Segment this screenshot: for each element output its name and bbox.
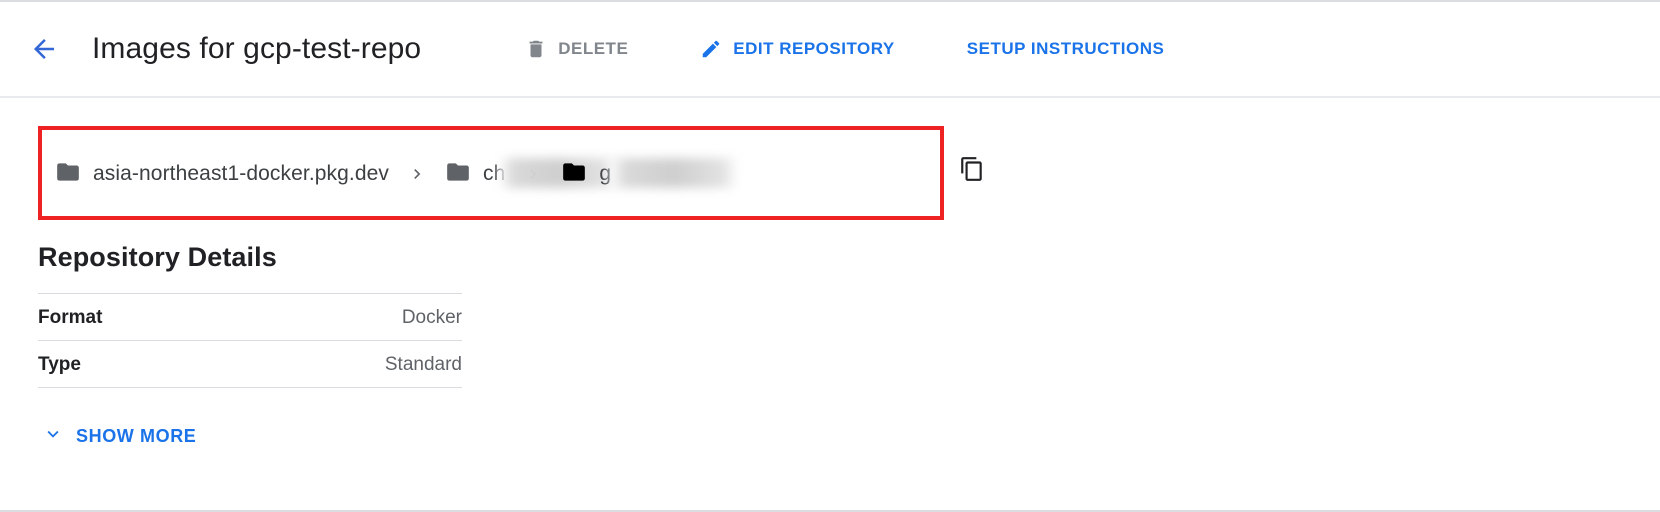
breadcrumb-item-registry[interactable]: asia-northeast1-docker.pkg.dev bbox=[55, 159, 389, 190]
repository-details-section: Repository Details Format Docker Type St… bbox=[38, 242, 462, 388]
folder-icon bbox=[561, 159, 587, 190]
chevron-right-icon bbox=[407, 164, 427, 184]
table-row: Type Standard bbox=[38, 340, 462, 388]
copy-path-button[interactable] bbox=[955, 154, 989, 188]
detail-value-format: Docker bbox=[401, 307, 462, 328]
breadcrumb-item-repository[interactable]: g bbox=[561, 158, 739, 190]
edit-repository-button[interactable]: EDIT REPOSITORY bbox=[690, 29, 904, 69]
header-toolbar: DELETE EDIT REPOSITORY SETUP INSTRUCTION… bbox=[515, 29, 1174, 69]
show-more-button[interactable]: SHOW MORE bbox=[38, 417, 200, 456]
edit-repository-button-label: EDIT REPOSITORY bbox=[733, 39, 895, 58]
detail-key-type: Type bbox=[38, 353, 81, 375]
arrow-back-icon bbox=[29, 34, 59, 64]
setup-instructions-button-label: SETUP INSTRUCTIONS bbox=[966, 39, 1165, 58]
detail-value-type: Standard bbox=[384, 353, 462, 375]
detail-key-format: Format bbox=[38, 307, 103, 328]
redaction-blur-overlay bbox=[610, 158, 739, 188]
breadcrumb: asia-northeast1-docker.pkg.dev ch g bbox=[55, 152, 739, 196]
folder-icon bbox=[445, 159, 471, 190]
back-button[interactable] bbox=[22, 27, 66, 71]
page-root: Images for gcp-test-repo DELETE EDIT REP… bbox=[0, 0, 1660, 512]
chevron-down-icon bbox=[42, 423, 64, 450]
breadcrumb-item-project-redacted: ch bbox=[483, 158, 620, 188]
breadcrumb-item-repository-label: g bbox=[599, 162, 612, 185]
breadcrumb-item-registry-label: asia-northeast1-docker.pkg.dev bbox=[93, 162, 390, 185]
delete-button[interactable]: DELETE bbox=[515, 29, 638, 69]
repository-details-title: Repository Details bbox=[38, 242, 277, 272]
page-title: Images for gcp-test-repo bbox=[92, 32, 422, 65]
folder-icon bbox=[55, 159, 81, 190]
pencil-icon bbox=[700, 38, 722, 60]
table-row: Format Docker bbox=[38, 293, 462, 341]
show-more-button-label: SHOW MORE bbox=[76, 426, 197, 446]
trash-icon bbox=[525, 38, 547, 60]
breadcrumb-item-project[interactable]: ch bbox=[445, 158, 620, 190]
page-header: Images for gcp-test-repo DELETE EDIT REP… bbox=[0, 2, 1660, 98]
repository-details-table: Format Docker Type Standard bbox=[38, 293, 462, 388]
setup-instructions-button[interactable]: SETUP INSTRUCTIONS bbox=[957, 30, 1175, 68]
breadcrumb-item-repository-redacted: g bbox=[599, 158, 739, 188]
copy-icon bbox=[959, 156, 985, 187]
delete-button-label: DELETE bbox=[558, 39, 629, 58]
